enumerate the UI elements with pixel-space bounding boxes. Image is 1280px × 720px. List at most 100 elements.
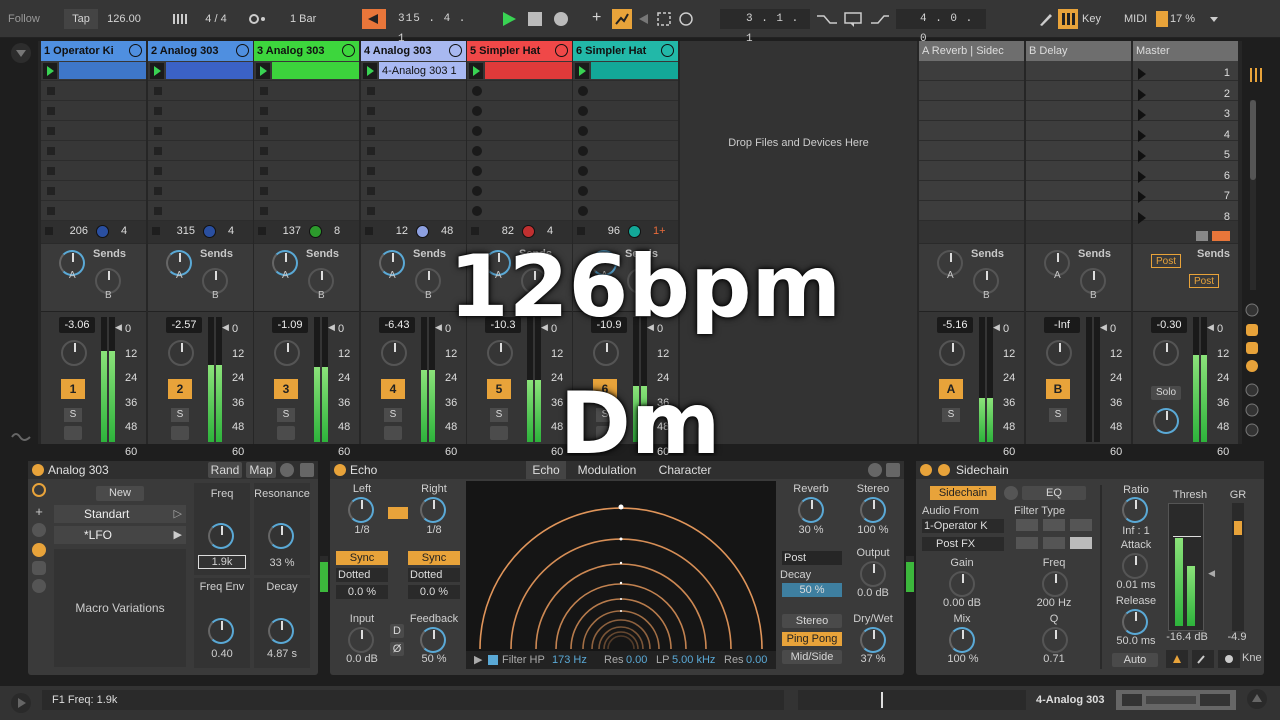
variation-lfo[interactable]: *LFO ▶ bbox=[54, 526, 186, 544]
arrangement-overdub-icon[interactable] bbox=[362, 9, 386, 29]
rand-button[interactable]: Rand bbox=[208, 462, 242, 478]
loop-switch-icon[interactable] bbox=[842, 9, 866, 29]
stop-slot-icon[interactable] bbox=[260, 127, 268, 135]
stop-slot-icon[interactable] bbox=[367, 147, 375, 155]
clip-slot[interactable] bbox=[1026, 201, 1131, 221]
hot-swap-icon[interactable] bbox=[280, 463, 294, 477]
clip-slot[interactable] bbox=[41, 201, 146, 221]
scene-launch-row[interactable]: 7 bbox=[1134, 187, 1234, 208]
decay-knob[interactable] bbox=[268, 618, 294, 644]
session-record-icon[interactable] bbox=[678, 9, 694, 29]
freq-knob[interactable] bbox=[208, 523, 234, 549]
arm-button[interactable] bbox=[384, 426, 402, 440]
volume-pointer-icon[interactable]: ◀ bbox=[993, 322, 1000, 333]
filter-type-buttons[interactable] bbox=[1016, 519, 1106, 551]
clip-slot[interactable] bbox=[467, 101, 572, 121]
browser-toggle-icon[interactable] bbox=[10, 42, 32, 64]
stop-icon[interactable] bbox=[258, 227, 266, 235]
track-activator-button[interactable]: B bbox=[1046, 379, 1070, 399]
record-slot-icon[interactable] bbox=[472, 166, 482, 176]
listen-icon[interactable] bbox=[1004, 486, 1018, 500]
track-overview-thumbnail[interactable] bbox=[1116, 690, 1236, 710]
clip-slot[interactable] bbox=[919, 101, 1024, 121]
clip-play-icon[interactable] bbox=[256, 63, 270, 79]
back-to-arrangement-icon[interactable] bbox=[636, 9, 652, 29]
clip[interactable] bbox=[166, 62, 253, 79]
scene-play-icon[interactable] bbox=[1138, 68, 1146, 80]
arm-button[interactable] bbox=[64, 426, 82, 440]
stop-slot-icon[interactable] bbox=[367, 87, 375, 95]
clip-slot[interactable] bbox=[41, 61, 146, 81]
track-activator-button[interactable]: A bbox=[939, 379, 963, 399]
stop-slot-icon[interactable] bbox=[47, 127, 55, 135]
clip[interactable] bbox=[272, 62, 359, 79]
feedback-knob[interactable] bbox=[420, 627, 446, 653]
invert-phase-button[interactable]: Ø bbox=[390, 642, 404, 656]
left-sync-mode-select[interactable]: Dotted bbox=[336, 568, 388, 582]
record-slot-icon[interactable] bbox=[578, 86, 588, 96]
clip-play-icon[interactable] bbox=[575, 63, 589, 79]
play-variation-icon[interactable]: ▶ bbox=[174, 528, 182, 541]
audio-from-select[interactable]: 1-Operator K bbox=[922, 519, 1004, 533]
solo-button[interactable]: S bbox=[1049, 408, 1067, 422]
right-sync-button[interactable]: Sync bbox=[408, 551, 460, 565]
stop-slot-icon[interactable] bbox=[260, 147, 268, 155]
track-fold-icon[interactable] bbox=[129, 44, 142, 57]
arm-button[interactable] bbox=[490, 426, 508, 440]
track-activator-button[interactable]: 5 bbox=[487, 379, 511, 399]
reverb-location-select[interactable]: Post bbox=[782, 551, 842, 565]
clip-slot[interactable] bbox=[254, 101, 359, 121]
track-monitor-icon[interactable] bbox=[203, 225, 216, 238]
stop-icon[interactable] bbox=[365, 227, 373, 235]
clip-slot[interactable] bbox=[1026, 121, 1131, 141]
clip-slot[interactable] bbox=[919, 81, 1024, 101]
right-time-knob[interactable] bbox=[420, 497, 446, 523]
clip-slot[interactable] bbox=[573, 141, 678, 161]
stop-slot-icon[interactable] bbox=[367, 187, 375, 195]
clip-play-icon[interactable] bbox=[150, 63, 164, 79]
tab-modulation[interactable]: Modulation bbox=[570, 461, 644, 479]
detail-view-toggle-icon[interactable] bbox=[1246, 688, 1268, 710]
capture-icon[interactable] bbox=[656, 9, 672, 29]
return-track-header[interactable]: A Reverb | Sidec bbox=[919, 41, 1024, 61]
key-map-button[interactable]: Key bbox=[1082, 9, 1108, 29]
scene-play-icon[interactable] bbox=[1138, 150, 1146, 162]
save-preset-icon[interactable] bbox=[300, 463, 314, 477]
track-fold-icon[interactable] bbox=[342, 44, 355, 57]
record-slot-icon[interactable] bbox=[472, 126, 482, 136]
time-signature[interactable]: 4 / 4 bbox=[196, 9, 236, 29]
stop-icon[interactable] bbox=[152, 227, 160, 235]
scene-play-icon[interactable] bbox=[1138, 211, 1146, 224]
clip[interactable] bbox=[485, 62, 572, 79]
play-variation-icon[interactable]: ▷ bbox=[174, 507, 182, 520]
tab-echo[interactable]: Echo bbox=[526, 461, 566, 479]
res-value[interactable]: 0.00 bbox=[626, 651, 647, 669]
clip-slot[interactable] bbox=[254, 181, 359, 201]
record-slot-icon[interactable] bbox=[472, 186, 482, 196]
volume-field[interactable]: -Inf bbox=[1044, 317, 1080, 333]
input-knob[interactable] bbox=[348, 627, 374, 653]
track-monitor-icon[interactable] bbox=[416, 225, 429, 238]
power-icon[interactable] bbox=[920, 464, 932, 476]
volume-pointer-icon[interactable]: ◀ bbox=[328, 322, 335, 333]
stop-slot-icon[interactable] bbox=[47, 147, 55, 155]
pan-knob[interactable] bbox=[381, 340, 407, 366]
clip-slot[interactable] bbox=[41, 101, 146, 121]
clip-play-icon[interactable] bbox=[363, 63, 377, 79]
track-fold-icon[interactable] bbox=[555, 44, 568, 57]
clip-slot[interactable] bbox=[148, 201, 253, 221]
stop-slot-icon[interactable] bbox=[47, 107, 55, 115]
echo-tunnel-display[interactable]: ▶ Filter HP 173 Hz Res 0.00 LP 5.00 kHz … bbox=[466, 481, 776, 669]
macro-toggle-icon[interactable] bbox=[32, 483, 46, 497]
stop-slot-icon[interactable] bbox=[367, 207, 375, 215]
punch-out-icon[interactable] bbox=[868, 9, 892, 29]
volume-pointer-icon[interactable]: ◀ bbox=[1100, 322, 1107, 333]
volume-field[interactable]: -2.57 bbox=[166, 317, 202, 333]
info-view-toggle-icon[interactable] bbox=[10, 692, 32, 714]
tab-character[interactable]: Character bbox=[650, 461, 720, 479]
res-value[interactable]: 0.00 bbox=[746, 651, 767, 669]
clip-play-icon[interactable] bbox=[469, 63, 483, 79]
clip-slot[interactable] bbox=[573, 101, 678, 121]
track-fold-icon[interactable] bbox=[661, 44, 674, 57]
record-slot-icon[interactable] bbox=[578, 106, 588, 116]
